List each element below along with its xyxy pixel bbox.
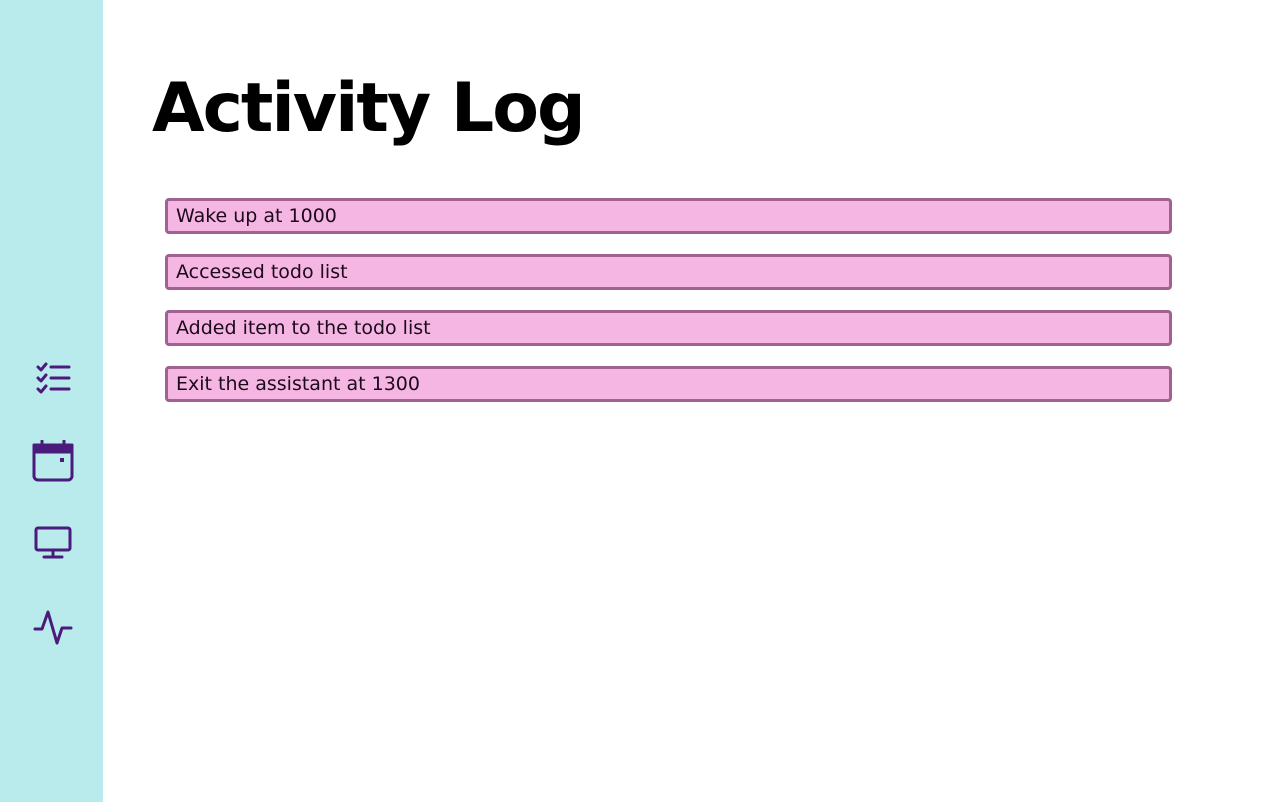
sidebar-item-display[interactable] (31, 521, 75, 565)
log-entry: Added item to the todo list (165, 310, 1172, 346)
sidebar-item-todo[interactable] (31, 356, 75, 400)
sidebar-item-activity[interactable] (31, 605, 75, 649)
page-title: Activity Log (152, 69, 586, 148)
checklist-icon (35, 362, 71, 394)
log-entry: Accessed todo list (165, 254, 1172, 290)
calendar-icon (32, 440, 74, 482)
activity-log-list: Wake up at 1000 Accessed todo list Added… (165, 198, 1172, 422)
activity-icon (33, 609, 73, 645)
log-entry: Wake up at 1000 (165, 198, 1172, 234)
sidebar-item-calendar[interactable] (31, 439, 75, 483)
monitor-icon (34, 526, 72, 560)
log-entry: Exit the assistant at 1300 (165, 366, 1172, 402)
sidebar (0, 0, 103, 802)
